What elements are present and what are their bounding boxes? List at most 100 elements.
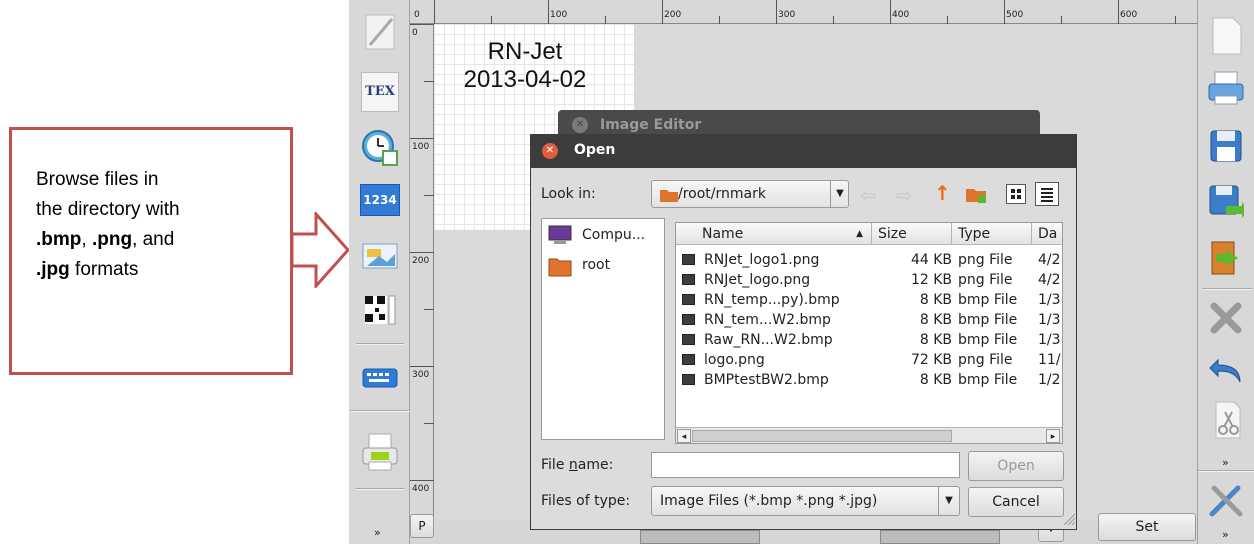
vertical-ruler: 0 100 200 300 400 [410,24,434,520]
file-date: 1/2 [1038,372,1061,388]
file-date: 4/2 [1038,252,1061,268]
clock-button[interactable] [358,126,402,170]
place-root[interactable]: root [542,253,664,279]
horizontal-scrollbar[interactable]: ◂ ▸ [676,427,1062,443]
pencil-tool-button[interactable] [358,10,402,54]
place-label: root [582,257,611,273]
label-text-line-1[interactable]: RN-Jet [440,38,610,66]
file-row[interactable]: RNJet_logo1.png 44 KB png File 4/2 [676,250,1062,270]
save-as-button[interactable] [1204,180,1248,224]
undo-button[interactable] [1204,348,1248,392]
image-button[interactable] [358,234,402,278]
toolbar-separator [356,488,404,490]
callout-formats: formats [69,259,139,280]
file-row[interactable]: BMPtestBW2.bmp 8 KB bmp File 1/2 [676,370,1062,390]
file-date: 1/3 [1038,332,1061,348]
icon-view-button[interactable] [1006,184,1026,204]
toolbar-separator [350,410,410,412]
ruler-label: 0 [412,28,418,38]
ruler-label: 600 [1120,10,1138,20]
tools-button[interactable] [1204,478,1248,522]
save-button[interactable] [1204,124,1248,168]
set-button[interactable]: Set [1098,513,1196,541]
exit-button[interactable] [1204,236,1248,280]
place-computer[interactable]: Compu... [542,223,664,249]
callout-sep-2: , and [132,229,175,250]
file-name: Raw_RN...W2.bmp [704,332,833,348]
close-x-icon [1210,302,1242,334]
toolbar-separator [1202,288,1252,290]
open-dialog-close-icon[interactable]: ✕ [542,143,558,159]
new-folder-icon[interactable] [966,186,988,204]
p-button[interactable]: P [410,514,434,538]
ruler-label: 200 [412,256,430,266]
callout-bmp: .bmp [36,229,82,250]
column-header-type[interactable]: Type [952,223,1032,245]
file-type: png File [958,272,1013,288]
barcode-button[interactable] [358,288,402,332]
status-field [880,530,1000,544]
file-size: 8 KB [919,292,952,308]
file-row[interactable]: Raw_RN...W2.bmp 8 KB bmp File 1/3 [676,330,1062,350]
file-list[interactable]: Name ▲ Size Type Da RNJet_logo1.png 44 KB p… [675,222,1063,444]
file-row[interactable]: RNJet_logo.png 12 KB png File 4/2 [676,270,1062,290]
file-type: bmp File [958,332,1018,348]
image-editor-close-icon[interactable]: ✕ [572,117,588,133]
resize-grip-icon[interactable] [1062,512,1076,526]
scroll-right-icon[interactable]: ▸ [1046,429,1060,443]
clock-icon [362,130,398,166]
tools-expand-icon[interactable]: » [1222,528,1229,541]
print-right-button[interactable] [1204,66,1248,110]
new-document-button[interactable] [1204,14,1248,58]
qr-code-icon [365,295,396,325]
column-header-size[interactable]: Size [872,223,952,245]
wrench-screwdriver-icon [1209,485,1243,517]
image-file-icon [682,314,695,325]
keyboard-button[interactable] [358,356,402,400]
image-file-icon [682,354,695,365]
tex-button[interactable]: TEX [358,70,402,114]
chevron-down-icon[interactable]: ▼ [938,487,959,515]
file-size: 8 KB [919,332,952,348]
cut-button[interactable] [1204,398,1248,442]
counter-button[interactable]: 1234 [358,178,402,222]
print-button[interactable] [358,430,402,474]
horizontal-ruler: 0 100 200 300 400 500 600 [410,0,1197,24]
image-icon [362,243,398,269]
cancel-button[interactable]: Cancel [968,487,1064,517]
file-name: RN_tem...W2.bmp [704,312,831,328]
column-header-name[interactable]: Name ▲ [676,223,872,245]
column-header-date[interactable]: Da [1032,223,1062,245]
counter-icon: 1234 [360,184,400,216]
ruler-label: 0 [414,10,420,20]
detail-view-button[interactable] [1035,182,1059,206]
look-in-combo[interactable]: /root/rnmark ▼ [651,180,849,208]
up-arrow-icon[interactable]: ↑ [934,181,951,205]
delete-button[interactable] [1204,296,1248,340]
callout-sep-1: , [81,229,92,250]
open-button[interactable]: Open [968,451,1064,481]
chevron-down-icon[interactable]: ▼ [830,181,849,207]
right-toolbar-expand-icon[interactable]: » [1222,456,1229,469]
file-row[interactable]: logo.png 72 KB png File 11/ [676,350,1062,370]
file-type: png File [958,252,1013,268]
file-name-input[interactable] [651,452,960,478]
list-view-icon [1041,188,1053,202]
ruler-label: 300 [778,10,796,20]
scroll-left-icon[interactable]: ◂ [677,429,691,443]
left-toolbar-expand-icon[interactable]: » [374,526,381,539]
places-panel: Compu... root [541,218,665,440]
back-arrow-icon[interactable]: ⇦ [860,183,877,207]
ruler-label: 400 [412,484,430,494]
file-row[interactable]: RN_tem...W2.bmp 8 KB bmp File 1/3 [676,310,1062,330]
file-date: 1/3 [1038,312,1061,328]
file-row[interactable]: RN_temp...py).bmp 8 KB bmp File 1/3 [676,290,1062,310]
forward-arrow-icon[interactable]: ⇨ [896,183,913,207]
label-text-line-2[interactable]: 2013-04-02 [440,66,610,94]
ruler-label: 300 [412,370,430,380]
callout-jpg: .jpg [36,259,70,280]
image-file-icon [682,274,695,285]
files-of-type-combo[interactable]: Image Files (*.bmp *.png *.jpg) ▼ [651,486,960,516]
scrollbar-thumb[interactable] [692,430,952,442]
computer-icon [548,225,572,244]
